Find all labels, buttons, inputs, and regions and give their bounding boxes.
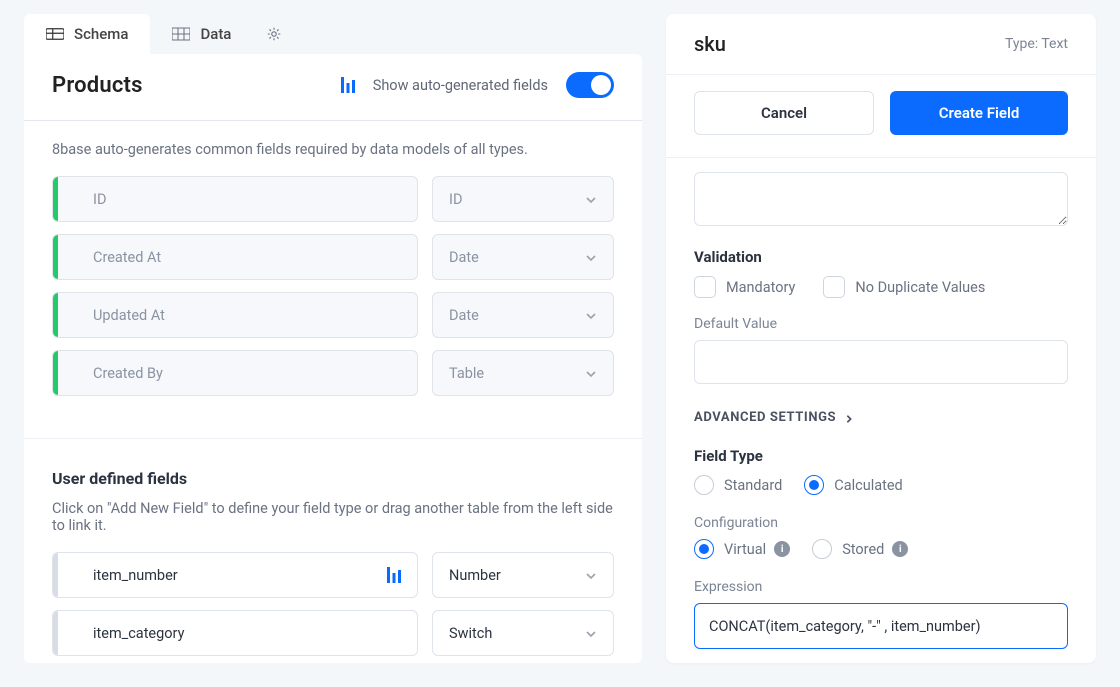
user-field-name[interactable]: item_number	[52, 552, 418, 598]
field-editor-panel: sku Type: Text Cancel Create Field Valid…	[666, 14, 1096, 663]
cancel-button[interactable]: Cancel	[694, 91, 874, 135]
auto-field-type[interactable]: Date	[432, 234, 614, 280]
page-title: Products	[52, 73, 143, 98]
description-textarea[interactable]	[694, 172, 1068, 226]
user-field-type[interactable]: Number	[432, 552, 614, 598]
field-type-label: Type: Text	[1005, 36, 1068, 52]
mandatory-checkbox[interactable]	[694, 276, 716, 298]
validation-heading: Validation	[694, 248, 1068, 266]
chevron-down-icon	[585, 309, 597, 321]
schema-icon	[46, 27, 64, 41]
user-field-rows: item_number Number item_category Switch …	[24, 552, 642, 663]
field-name-heading: sku	[694, 32, 726, 56]
config-stored-radio[interactable]	[812, 539, 832, 559]
auto-field-rows: ID ID Created At Date Updated At Date Cr…	[24, 176, 642, 430]
mandatory-label: Mandatory	[726, 279, 795, 296]
auto-field-name[interactable]: ID	[52, 176, 418, 222]
expression-label: Expression	[694, 579, 1068, 595]
auto-field-type[interactable]: Table	[432, 350, 614, 396]
auto-fields-toggle[interactable]	[566, 72, 614, 98]
user-field-type[interactable]: Switch	[432, 610, 614, 656]
chevron-down-icon	[585, 193, 597, 205]
auto-field-name[interactable]: Updated At	[52, 292, 418, 338]
bars-icon[interactable]	[341, 77, 355, 93]
chevron-down-icon	[585, 251, 597, 263]
field-type-standard-radio[interactable]	[694, 475, 714, 495]
field-type-heading: Field Type	[694, 447, 1068, 465]
info-icon[interactable]: i	[774, 541, 790, 557]
field-type-calculated-radio[interactable]	[804, 475, 824, 495]
user-help-text: Click on "Add New Field" to define your …	[24, 498, 642, 552]
user-field-name[interactable]: item_category	[52, 610, 418, 656]
configuration-label: Configuration	[694, 515, 1068, 531]
default-value-label: Default Value	[694, 316, 1068, 332]
chevron-down-icon	[585, 627, 597, 639]
create-field-button[interactable]: Create Field	[890, 91, 1068, 135]
auto-field-name[interactable]: Created By	[52, 350, 418, 396]
auto-help-text: 8base auto-generates common fields requi…	[24, 121, 642, 176]
field-type-calculated-label: Calculated	[834, 477, 902, 494]
tabs: Schema Data	[24, 14, 642, 54]
data-grid-icon	[172, 27, 190, 41]
tab-data-label: Data	[200, 25, 231, 43]
auto-field-name[interactable]: Created At	[52, 234, 418, 280]
no-duplicate-checkbox[interactable]	[823, 276, 845, 298]
default-value-input[interactable]	[694, 340, 1068, 384]
chevron-right-icon	[844, 413, 854, 423]
panel-card: Products Show auto-generated fields 8bas…	[24, 54, 642, 663]
advanced-settings-toggle[interactable]: ADVANCED SETTINGS	[694, 410, 1068, 425]
tab-data[interactable]: Data	[150, 14, 253, 54]
expression-input[interactable]	[694, 603, 1068, 649]
auto-field-type[interactable]: Date	[432, 292, 614, 338]
config-stored-label: Storedi	[842, 541, 908, 558]
config-virtual-radio[interactable]	[694, 539, 714, 559]
no-duplicate-label: No Duplicate Values	[855, 279, 985, 296]
user-section-title: User defined fields	[24, 465, 642, 498]
tab-schema-label: Schema	[74, 25, 128, 43]
bars-icon	[387, 567, 401, 583]
chevron-down-icon	[585, 569, 597, 581]
gear-icon	[267, 27, 285, 41]
tab-schema[interactable]: Schema	[24, 14, 150, 54]
auto-field-type[interactable]: ID	[432, 176, 614, 222]
chevron-down-icon	[585, 367, 597, 379]
config-virtual-label: Virtuali	[724, 541, 790, 558]
auto-toggle-label: Show auto-generated fields	[373, 77, 548, 94]
info-icon[interactable]: i	[892, 541, 908, 557]
tab-settings[interactable]	[253, 14, 299, 54]
field-type-standard-label: Standard	[724, 477, 782, 494]
